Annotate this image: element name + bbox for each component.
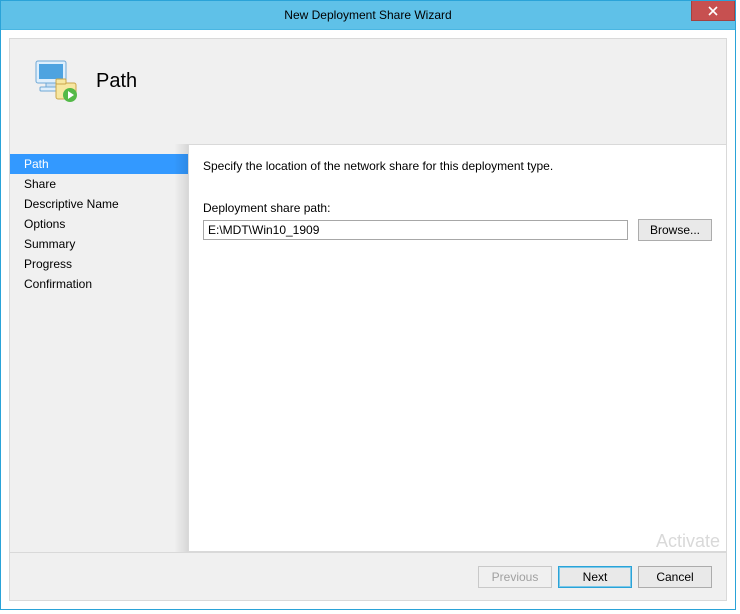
sidebar-item-descriptive-name[interactable]: Descriptive Name: [10, 194, 188, 214]
sidebar-item-share[interactable]: Share: [10, 174, 188, 194]
close-button[interactable]: [691, 1, 735, 21]
sidebar-item-confirmation[interactable]: Confirmation: [10, 274, 188, 294]
window-body: Path Path Share Descriptive Name Options…: [1, 30, 735, 609]
previous-button: Previous: [478, 566, 552, 588]
sidebar-item-summary[interactable]: Summary: [10, 234, 188, 254]
cancel-button[interactable]: Cancel: [638, 566, 712, 588]
step-sidebar: Path Share Descriptive Name Options Summ…: [10, 144, 188, 552]
main-panel: Specify the location of the network shar…: [188, 144, 726, 552]
close-icon: [708, 6, 718, 16]
deployment-share-icon: [30, 57, 78, 105]
sidebar-item-label: Progress: [24, 257, 72, 271]
content-row: Path Share Descriptive Name Options Summ…: [10, 144, 726, 552]
sidebar-item-progress[interactable]: Progress: [10, 254, 188, 274]
wizard-window: New Deployment Share Wizard: [0, 0, 736, 610]
sidebar-item-label: Options: [24, 217, 65, 231]
sidebar-item-label: Summary: [24, 237, 75, 251]
path-label: Deployment share path:: [203, 201, 712, 215]
sidebar-item-options[interactable]: Options: [10, 214, 188, 234]
browse-button[interactable]: Browse...: [638, 219, 712, 241]
sidebar-item-label: Descriptive Name: [24, 197, 119, 211]
sidebar-item-label: Confirmation: [24, 277, 92, 291]
sidebar-item-path[interactable]: Path: [10, 154, 188, 174]
titlebar: New Deployment Share Wizard: [1, 1, 735, 30]
wizard-header: Path: [10, 39, 726, 123]
window-title: New Deployment Share Wizard: [284, 8, 451, 22]
wizard-footer: Previous Next Cancel: [10, 552, 726, 600]
sidebar-item-label: Share: [24, 177, 56, 191]
path-field-row: Browse...: [203, 219, 712, 241]
sidebar-item-label: Path: [24, 157, 49, 171]
next-button[interactable]: Next: [558, 566, 632, 588]
page-title: Path: [96, 70, 137, 93]
wizard-inner: Path Path Share Descriptive Name Options…: [9, 38, 727, 601]
deployment-path-input[interactable]: [203, 220, 628, 240]
instruction-text: Specify the location of the network shar…: [203, 159, 712, 173]
